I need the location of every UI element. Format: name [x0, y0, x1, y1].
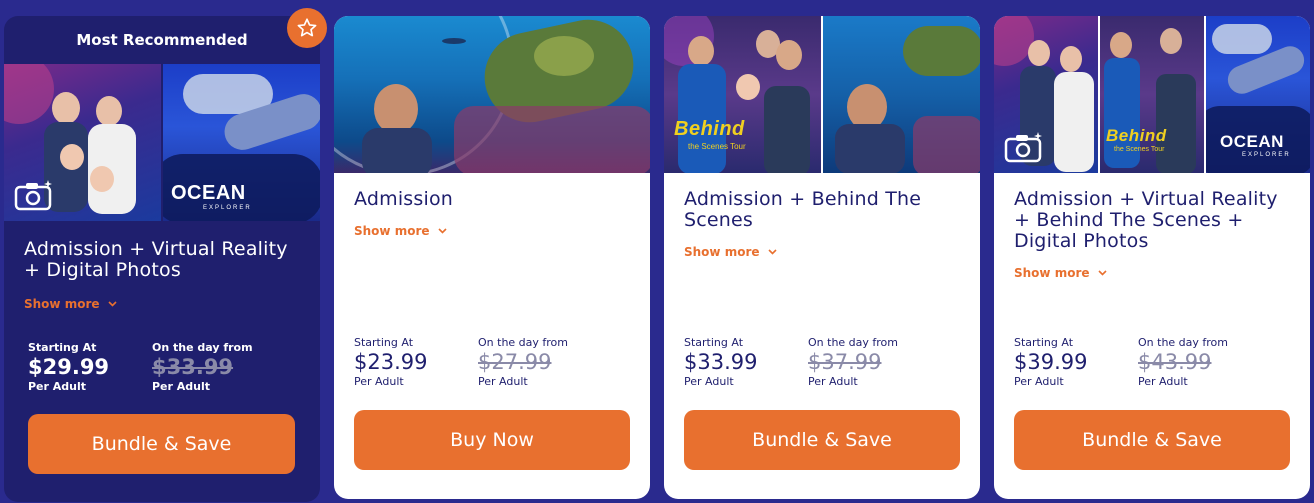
- chevron-down-icon: [1097, 270, 1107, 276]
- card-title: Admission: [354, 188, 454, 210]
- on-the-day-price: On the day from $37.99 Per Adult: [808, 336, 899, 388]
- ticket-card-featured: Most Recommended OCEAN EXPLORER Admissio: [4, 16, 320, 502]
- price-area: Starting At $29.99 Per Adult On the day …: [4, 341, 320, 393]
- family-photo-image: [994, 16, 1098, 173]
- card-image-row: [334, 16, 650, 173]
- show-more-link[interactable]: Show more: [664, 245, 980, 259]
- behind-the-scenes-image: Behind the Scenes Tour: [1098, 16, 1204, 173]
- kid-tunnel-image: [821, 16, 980, 173]
- starting-price: Starting At $33.99 Per Adult: [684, 336, 758, 388]
- behind-the-scenes-logo: Behind: [674, 118, 745, 140]
- family-photo-image: [4, 64, 161, 221]
- buy-now-button[interactable]: Buy Now: [354, 410, 630, 470]
- ticket-card-behind-scenes: Behind the Scenes Tour Admission + Behin…: [664, 16, 980, 499]
- star-icon: [287, 8, 327, 48]
- behind-the-scenes-logo: Behind: [1106, 126, 1167, 145]
- turtle-tunnel-image: [334, 16, 650, 173]
- card-image-row: Behind the Scenes Tour: [664, 16, 980, 173]
- show-more-link[interactable]: Show more: [994, 266, 1310, 280]
- on-the-day-price: On the day from $27.99 Per Adult: [478, 336, 569, 388]
- price-area: Starting At $39.99 Per Adult On the day …: [994, 336, 1310, 388]
- chevron-down-icon: [107, 301, 117, 307]
- card-title: Admission + Virtual Reality + Behind The…: [1014, 188, 1278, 252]
- show-more-link[interactable]: Show more: [4, 297, 320, 311]
- card-title: Admission + Behind The Scenes: [684, 188, 922, 231]
- chevron-down-icon: [437, 228, 447, 234]
- on-the-day-price: On the day from $33.99 Per Adult: [152, 341, 253, 393]
- starting-price: Starting At $23.99 Per Adult: [354, 336, 428, 388]
- card-image-row: Behind the Scenes Tour OCEAN EXPLORER: [994, 16, 1310, 173]
- starting-price: Starting At $29.99 Per Adult: [28, 341, 110, 393]
- ticket-card-admission: Admission Show more Starting At $23.99 P…: [334, 16, 650, 499]
- camera-sparkle-icon: [14, 180, 52, 211]
- price-area: Starting At $33.99 Per Adult On the day …: [664, 336, 980, 388]
- price-area: Starting At $23.99 Per Adult On the day …: [334, 336, 650, 388]
- on-the-day-price: On the day from $43.99 Per Adult: [1138, 336, 1229, 388]
- behind-the-scenes-image: Behind the Scenes Tour: [664, 16, 821, 173]
- bundle-save-button[interactable]: Bundle & Save: [28, 414, 295, 474]
- vr-ocean-explorer-image: OCEAN EXPLORER: [161, 64, 320, 221]
- vr-ocean-explorer-image: OCEAN EXPLORER: [1204, 16, 1310, 173]
- card-title: Admission + Virtual Reality + Digital Ph…: [24, 238, 288, 281]
- camera-sparkle-icon: [1004, 132, 1042, 163]
- show-more-link[interactable]: Show more: [334, 224, 650, 238]
- bundle-save-button[interactable]: Bundle & Save: [1014, 410, 1290, 470]
- ocean-explorer-logo: OCEAN: [1220, 132, 1284, 151]
- starting-price: Starting At $39.99 Per Adult: [1014, 336, 1088, 388]
- ocean-explorer-logo: OCEAN: [171, 182, 246, 204]
- card-image-row: OCEAN EXPLORER: [4, 64, 320, 221]
- chevron-down-icon: [767, 249, 777, 255]
- bundle-save-button[interactable]: Bundle & Save: [684, 410, 960, 470]
- ticket-card-full-bundle: Behind the Scenes Tour OCEAN EXPLORER Ad…: [994, 16, 1310, 499]
- most-recommended-label: Most Recommended: [76, 31, 248, 49]
